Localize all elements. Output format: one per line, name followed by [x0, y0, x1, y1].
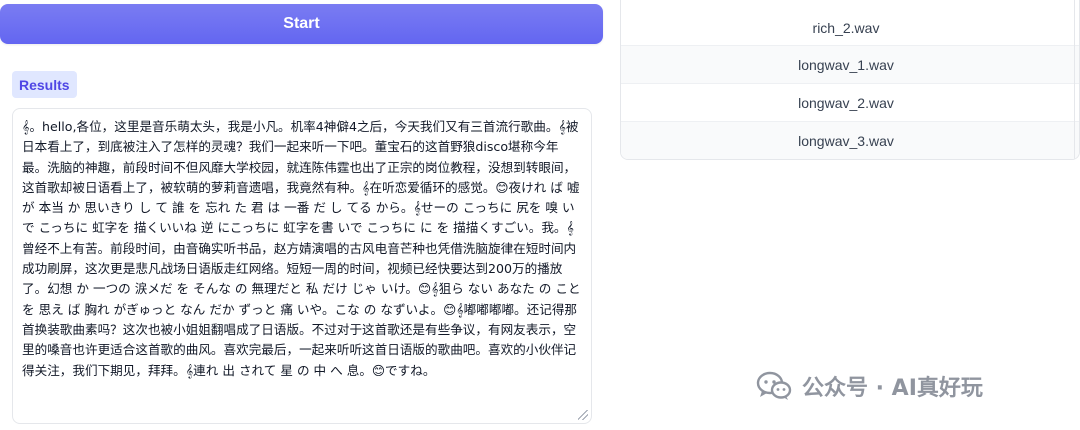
resize-handle-icon[interactable]	[578, 410, 588, 420]
file-name: longwav_3.wav	[798, 132, 894, 149]
results-text: 𝄞。hello,各位，这里是音乐萌太头，我是小凡。机率4神僻4之后，今天我们又有…	[22, 119, 585, 378]
file-list: rich_2.wav longwav_1.wav longwav_2.wav l…	[620, 0, 1080, 160]
table-divider	[1074, 0, 1075, 159]
left-column: Start Results 𝄞。hello,各位，这里是音乐萌太头，我是小凡。机…	[0, 0, 606, 430]
file-row-longwav-1[interactable]: longwav_1.wav	[621, 46, 1079, 84]
file-name: longwav_1.wav	[798, 56, 894, 73]
wechat-icon	[756, 371, 792, 401]
file-row-longwav-2[interactable]: longwav_2.wav	[621, 84, 1079, 122]
start-button[interactable]: Start	[0, 4, 603, 44]
file-name: rich_2.wav	[812, 19, 880, 36]
file-name: longwav_2.wav	[798, 94, 894, 111]
watermark: 公众号 · AI真好玩	[756, 366, 983, 406]
watermark-text: 公众号 · AI真好玩	[802, 376, 983, 401]
results-textarea[interactable]: 𝄞。hello,各位，这里是音乐萌太头，我是小凡。机率4神僻4之后，今天我们又有…	[12, 108, 592, 424]
results-label: Results	[12, 71, 77, 98]
file-row-longwav-3[interactable]: longwav_3.wav	[621, 122, 1079, 159]
file-row-rich-2[interactable]: rich_2.wav	[621, 0, 1079, 46]
